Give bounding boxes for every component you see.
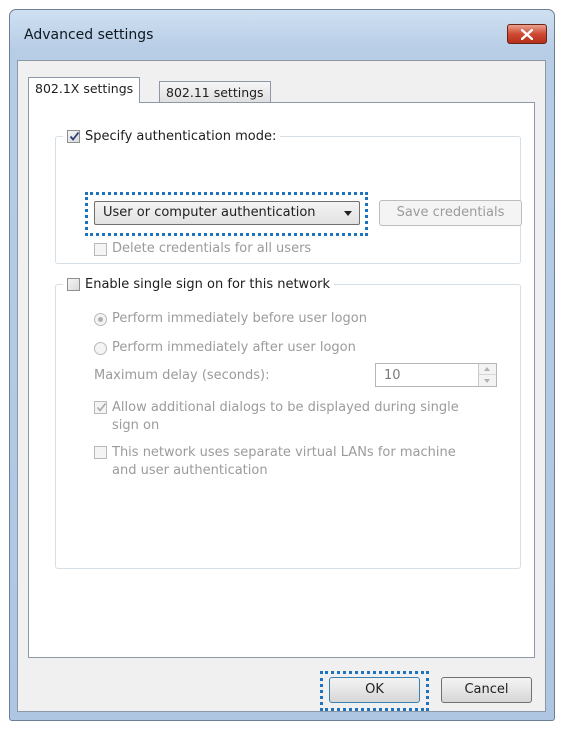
allow-dialogs-line-2: sign on xyxy=(112,418,160,433)
perform-after-logon-radio[interactable] xyxy=(94,342,107,355)
perform-before-logon-radio[interactable] xyxy=(94,313,107,326)
spin-up-button[interactable] xyxy=(479,364,496,375)
authentication-group-header: Specify authentication mode: xyxy=(63,127,281,145)
maximum-delay-label: Maximum delay (seconds): xyxy=(94,368,270,383)
maximum-delay-spinbox[interactable]: 10 xyxy=(375,363,497,387)
allow-dialogs-row: Allow additional dialogs to be displayed… xyxy=(94,399,459,435)
ok-button[interactable]: OK xyxy=(329,677,420,703)
separate-vlans-line-1: This network uses separate virtual LANs … xyxy=(112,445,456,460)
spin-down-icon xyxy=(484,379,490,383)
perform-after-logon-row: Perform immediately after user logon xyxy=(94,340,356,355)
allow-dialogs-line-1: Allow additional dialogs to be displayed… xyxy=(112,400,459,415)
delete-credentials-checkbox[interactable] xyxy=(94,243,107,256)
maximum-delay-row: Maximum delay (seconds): xyxy=(94,368,270,383)
enable-single-sign-on-label: Enable single sign on for this network xyxy=(85,276,331,292)
close-icon xyxy=(521,29,533,40)
close-button[interactable] xyxy=(507,24,547,44)
spin-buttons xyxy=(478,364,496,386)
spin-down-button[interactable] xyxy=(479,375,496,385)
checkmark-icon xyxy=(69,131,80,141)
perform-after-logon-label: Perform immediately after user logon xyxy=(112,340,356,355)
enable-single-sign-on-checkbox[interactable] xyxy=(67,277,80,291)
cancel-button[interactable]: Cancel xyxy=(441,677,532,703)
window-title: Advanced settings xyxy=(24,27,154,43)
allow-dialogs-label: Allow additional dialogs to be displayed… xyxy=(112,399,459,435)
authentication-mode-dropdown[interactable]: User or computer authentication xyxy=(94,201,360,225)
separate-vlans-row: This network uses separate virtual LANs … xyxy=(94,444,456,480)
perform-before-logon-row: Perform immediately before user logon xyxy=(94,311,367,326)
separate-vlans-line-2: and user authentication xyxy=(112,463,268,478)
allow-dialogs-checkbox[interactable] xyxy=(94,401,107,414)
delete-credentials-row: Delete credentials for all users xyxy=(94,241,311,256)
authentication-mode-value: User or computer authentication xyxy=(103,205,316,220)
separate-vlans-checkbox[interactable] xyxy=(94,446,107,459)
dialog-client-area: 802.1X settings 802.11 settings Specify … xyxy=(17,60,546,712)
specify-authentication-mode-label: Specify authentication mode: xyxy=(85,128,277,144)
tab-802-1x-settings[interactable]: 802.1X settings xyxy=(28,77,141,103)
specify-authentication-mode-checkbox[interactable] xyxy=(67,129,80,143)
spin-up-icon xyxy=(484,367,490,371)
advanced-settings-window: Advanced settings 802.1X settings 802.11… xyxy=(9,9,555,721)
delete-credentials-label: Delete credentials for all users xyxy=(112,241,312,256)
tab-panel-802-1x: Specify authentication mode: User or com… xyxy=(28,102,535,658)
maximum-delay-value: 10 xyxy=(384,368,401,383)
single-sign-on-group-header: Enable single sign on for this network xyxy=(63,275,335,293)
save-credentials-button[interactable]: Save credentials xyxy=(379,200,522,226)
separate-vlans-label: This network uses separate virtual LANs … xyxy=(112,444,456,480)
dropdown-arrow-icon xyxy=(344,211,352,216)
checkmark-icon xyxy=(96,403,107,412)
perform-before-logon-label: Perform immediately before user logon xyxy=(112,311,367,326)
